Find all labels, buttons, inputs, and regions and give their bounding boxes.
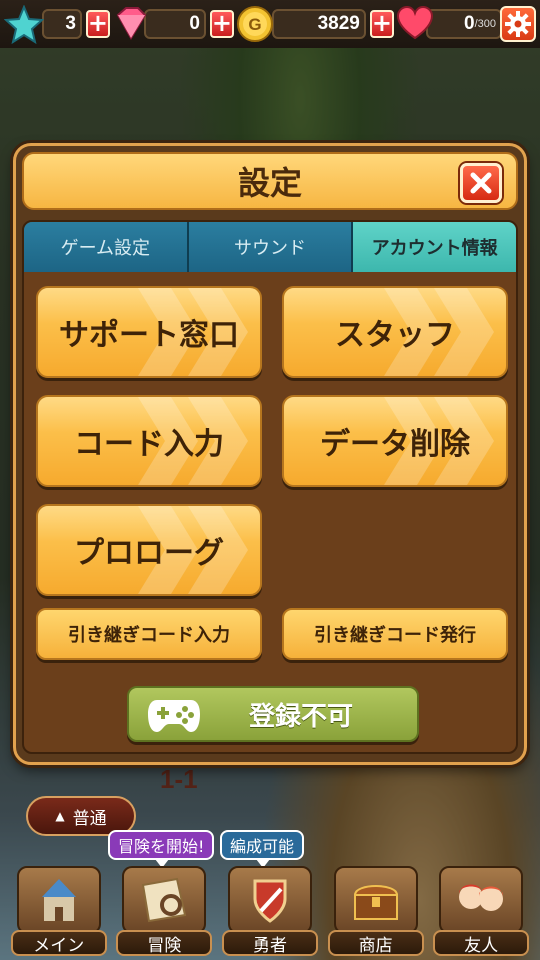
support-label: サポート窓口 <box>59 318 239 353</box>
settings-button[interactable] <box>500 6 536 42</box>
coins-count: 3829 <box>272 9 366 39</box>
treasure-chest-icon <box>333 866 418 934</box>
hearts-max: /300 <box>474 18 496 30</box>
castle-icon <box>16 866 101 934</box>
stage-label: 1-1 <box>160 764 198 794</box>
transfer-code-issue-button[interactable]: 引き継ぎコード発行 <box>282 608 508 660</box>
nav-shop[interactable]: 商店 <box>327 862 424 956</box>
staff-button[interactable]: スタッフ <box>282 286 508 378</box>
star-icon <box>4 5 44 45</box>
register-button[interactable]: 登録不可 <box>127 686 419 742</box>
support-button[interactable]: サポート窓口 <box>36 286 262 378</box>
nav-friends-label: 友人 <box>433 930 530 956</box>
difficulty-label: 普通 <box>72 808 107 829</box>
formation-available-bubble: 編成可能 <box>220 830 305 868</box>
heart-icon <box>396 5 434 40</box>
nav-main-label: メイン <box>10 930 107 956</box>
nav-adventure-label: 冒険 <box>116 930 213 956</box>
data-delete-label: データ削除 <box>320 427 470 462</box>
hearts-current: 0 <box>464 13 475 34</box>
tab-account-info[interactable]: アカウント情報 <box>353 222 516 272</box>
transfer-code-input-button[interactable]: 引き継ぎコード入力 <box>36 608 262 660</box>
prologue-label: プロローグ <box>74 536 224 571</box>
nav-hero[interactable]: 勇者 <box>221 862 318 956</box>
gamepad-icon <box>148 700 200 732</box>
register-label: 登録不可 <box>249 701 354 732</box>
triangle-up-icon: ▲ <box>55 809 65 823</box>
resource-bar: 3 + 0 + G 3829 + 0/300 <box>0 0 540 48</box>
settings-panel: ゲーム設定 サウンド アカウント情報 サポート窓口 スタッフ コード入力 データ… <box>22 220 518 754</box>
coins-resource: G 3829 + <box>237 6 394 42</box>
code-input-button[interactable]: コード入力 <box>36 395 262 487</box>
code-input-label: コード入力 <box>74 427 224 462</box>
prologue-button[interactable]: プロローグ <box>36 504 262 596</box>
transfer-code-issue-label: 引き継ぎコード発行 <box>314 625 476 646</box>
gem-icon <box>116 7 147 40</box>
staff-label: スタッフ <box>335 318 455 353</box>
add-stars-button[interactable]: + <box>85 10 110 38</box>
stars-resource: 3 + <box>4 5 110 45</box>
map-icon <box>122 866 207 934</box>
dialog-title: 設定 <box>237 164 302 202</box>
bottom-navbar: メイン 冒険 勇者 商店 友人 <box>0 860 540 960</box>
settings-dialog: 設定 ゲーム設定 サウンド アカウント情報 サポート窓口 スタッフ コード入力 <box>13 143 527 765</box>
add-gems-button[interactable]: + <box>209 10 234 38</box>
nav-adventure[interactable]: 冒険 <box>116 862 213 956</box>
gems-count: 0 <box>144 9 206 39</box>
add-coins-button[interactable]: + <box>369 10 394 38</box>
settings-tabs: ゲーム設定 サウンド アカウント情報 <box>24 222 516 272</box>
gems-resource: 0 + <box>114 7 234 41</box>
nav-friends[interactable]: 友人 <box>433 862 530 956</box>
stars-count: 3 <box>42 9 82 39</box>
tab-sound[interactable]: サウンド <box>188 222 354 272</box>
hearts-count: 0/300 <box>426 9 502 39</box>
sword-shield-icon <box>227 866 312 934</box>
gold-coin-icon: G <box>237 6 273 42</box>
tab-game-settings[interactable]: ゲーム設定 <box>24 222 189 272</box>
nav-hero-label: 勇者 <box>221 930 318 956</box>
close-button[interactable] <box>460 163 502 203</box>
close-icon <box>470 172 492 194</box>
transfer-code-input-label: 引き継ぎコード入力 <box>68 625 230 646</box>
nav-shop-label: 商店 <box>327 930 424 956</box>
gear-icon <box>505 11 531 37</box>
friends-icon <box>439 866 524 934</box>
data-delete-button[interactable]: データ削除 <box>282 395 508 487</box>
hearts-resource: 0/300 <box>396 5 502 41</box>
nav-main[interactable]: メイン <box>10 862 107 956</box>
coin-symbol: G <box>248 15 261 34</box>
start-adventure-bubble: 冒険を開始! <box>108 830 215 868</box>
dialog-header: 設定 <box>22 152 518 210</box>
